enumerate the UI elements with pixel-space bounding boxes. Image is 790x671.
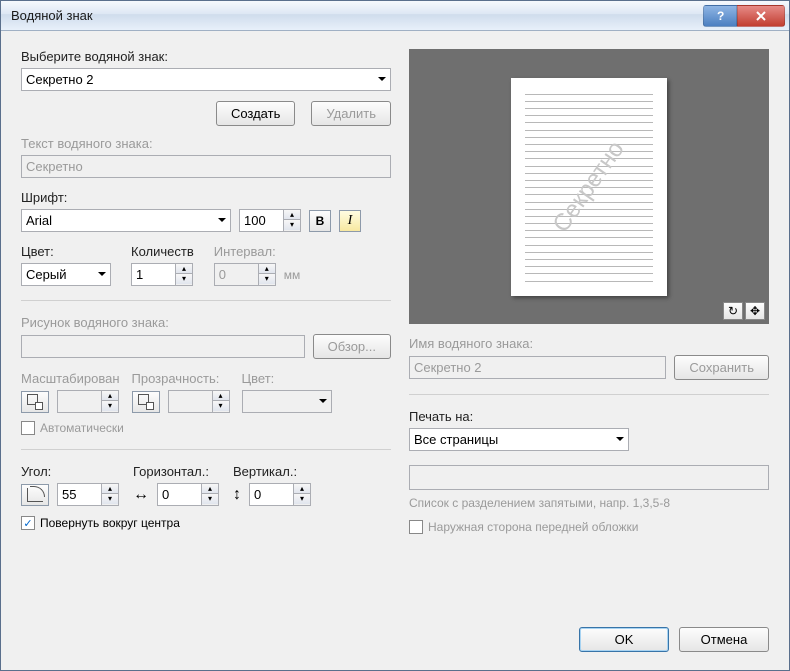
interval-label: Интервал: [214, 244, 301, 259]
interval-spinner: ▴▾ [214, 263, 276, 286]
bold-button[interactable]: B [309, 210, 331, 232]
svg-text:?: ? [717, 10, 724, 22]
scale-icon [21, 391, 49, 413]
color-select[interactable] [21, 263, 111, 286]
interval-input [214, 263, 258, 286]
watermark-dialog: Водяной знак ? Выберите водяной знак: Со… [0, 0, 790, 671]
save-button: Сохранить [674, 355, 769, 380]
printon-label: Печать на: [409, 409, 769, 424]
watermark-select[interactable] [21, 68, 391, 91]
angle-label: Угол: [21, 464, 119, 479]
watermark-text-label: Текст водяного знака: [21, 136, 391, 151]
titlebar[interactable]: Водяной знак ? [1, 1, 789, 31]
page-list-input [409, 465, 769, 490]
horiz-input[interactable] [157, 483, 201, 506]
picture-label: Рисунок водяного знака: [21, 315, 391, 330]
auto-label: Автоматически [40, 421, 124, 435]
fontsize-spinner[interactable]: ▴▾ [239, 209, 301, 232]
horiz-arrow-icon: ↔ [133, 486, 149, 504]
rotate-center-checkbox[interactable]: ✓ [21, 516, 35, 530]
vert-arrow-icon: ↕ [233, 486, 241, 504]
opacity-icon [132, 391, 160, 413]
font-select[interactable] [21, 209, 231, 232]
ok-button[interactable]: OK [579, 627, 669, 652]
watermark-text-input [21, 155, 391, 178]
picture-path-input [21, 335, 305, 358]
printon-select[interactable] [409, 428, 629, 451]
fontsize-input[interactable] [239, 209, 283, 232]
select-watermark-label: Выберите водяной знак: [21, 49, 391, 64]
count-input[interactable] [131, 263, 175, 286]
angle-input[interactable] [57, 483, 101, 506]
delete-button[interactable]: Удалить [311, 101, 391, 126]
italic-button[interactable]: I [339, 210, 361, 232]
preview-panel: Секретно ↻ ✥ [409, 49, 769, 324]
mm-label: мм [284, 268, 301, 282]
browse-button: Обзор... [313, 334, 391, 359]
count-spinner[interactable]: ▴▾ [131, 263, 194, 286]
color-label: Цвет: [21, 244, 111, 259]
preview-page: Секретно [511, 78, 667, 296]
rotate-preview-button[interactable]: ↻ [723, 302, 743, 320]
opacity-input [168, 390, 212, 413]
dialog-footer: OK Отмена [21, 621, 769, 652]
frontcover-checkbox[interactable] [409, 520, 423, 534]
auto-checkbox [21, 421, 35, 435]
name-input [409, 356, 666, 379]
vertical-label: Вертикал.: [233, 464, 311, 479]
frontcover-label: Наружная сторона передней обложки [428, 520, 638, 534]
page-list-hint: Список с разделением запятыми, напр. 1,3… [409, 496, 769, 510]
close-button[interactable] [737, 5, 785, 27]
font-label: Шрифт: [21, 190, 391, 205]
help-button[interactable]: ? [703, 5, 737, 27]
scale-input [57, 390, 101, 413]
name-label: Имя водяного знака: [409, 336, 769, 351]
vert-input[interactable] [249, 483, 293, 506]
horizontal-label: Горизонтал.: [133, 464, 219, 479]
cancel-button[interactable]: Отмена [679, 627, 769, 652]
create-button[interactable]: Создать [216, 101, 295, 126]
rotate-center-label: Повернуть вокруг центра [40, 516, 180, 530]
pcolor-select [242, 390, 332, 413]
window-title: Водяной знак [11, 8, 703, 23]
scaling-label: Масштабирован [21, 371, 120, 386]
pcolor-label: Цвет: [242, 371, 332, 386]
angle-icon [21, 484, 49, 506]
move-preview-button[interactable]: ✥ [745, 302, 765, 320]
opacity-label: Прозрачность: [132, 371, 230, 386]
spin-up[interactable]: ▴ [284, 210, 300, 220]
count-label: Количеств [131, 244, 194, 259]
watermark-select-wrap [21, 68, 391, 91]
spin-down[interactable]: ▾ [284, 220, 300, 230]
